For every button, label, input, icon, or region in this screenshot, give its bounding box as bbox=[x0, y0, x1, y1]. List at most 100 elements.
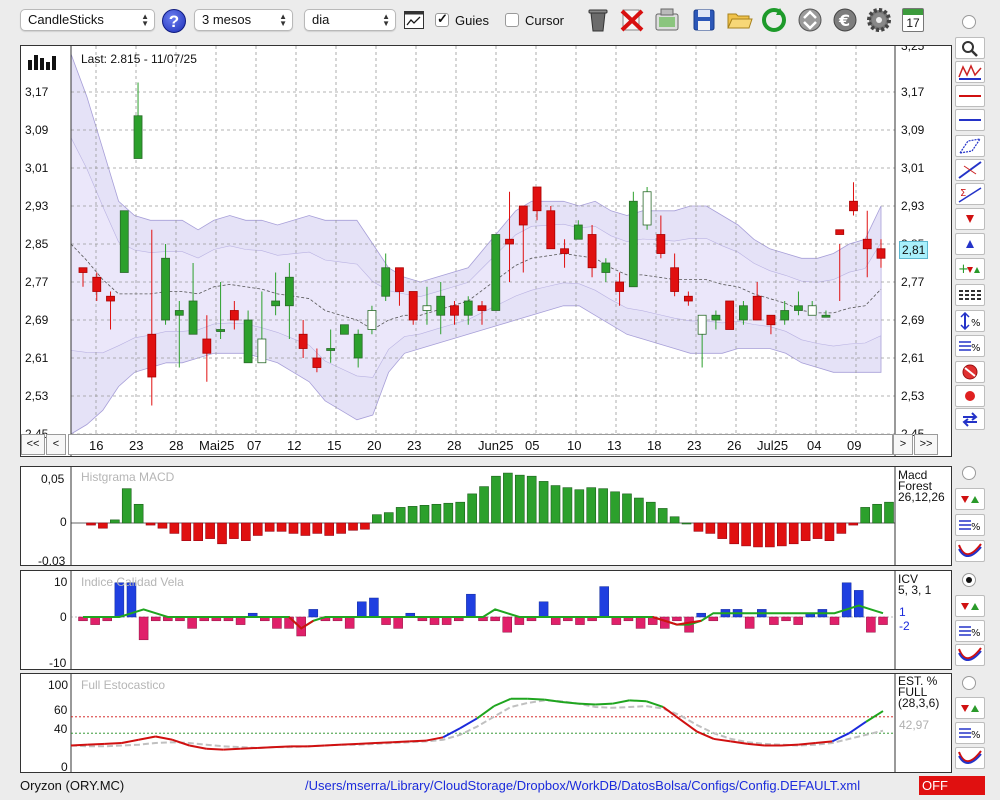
last-page-button[interactable]: >> bbox=[914, 434, 938, 455]
stochastic-title: Full Estocastico bbox=[81, 678, 166, 692]
screenshot-icon[interactable] bbox=[653, 6, 681, 34]
macd-panel[interactable]: Histgrama MACD 0,05 0 -0,03 Macd Forest … bbox=[20, 466, 952, 566]
settings-icon[interactable] bbox=[865, 6, 893, 34]
zoom-tool[interactable] bbox=[955, 37, 985, 59]
record-tool[interactable] bbox=[955, 385, 985, 407]
open-folder-icon[interactable] bbox=[725, 6, 753, 34]
horizontal-red-line-tool[interactable] bbox=[955, 85, 985, 107]
macd-oscillator-tool[interactable] bbox=[955, 540, 985, 562]
magnifier-icon bbox=[962, 41, 978, 57]
chart-type-select[interactable]: CandleSticks ▲ ▼ bbox=[20, 9, 155, 31]
price-chart-panel[interactable]: 3,173,173,093,093,013,012,932,932,852,85… bbox=[20, 45, 952, 457]
stoch-oscillator-tool[interactable] bbox=[955, 747, 985, 769]
macd-bar bbox=[169, 522, 180, 534]
icv-signals-tool[interactable] bbox=[955, 595, 985, 617]
stoch-k-segment bbox=[595, 702, 613, 706]
price-ytick-right: 3,09 bbox=[901, 123, 925, 137]
config-path-link[interactable]: /Users/mserra/Library/CloudStorage/Dropb… bbox=[305, 778, 860, 793]
stoch-k-segment bbox=[307, 744, 325, 748]
calendar-icon[interactable]: 17 bbox=[902, 8, 924, 32]
candle-body bbox=[670, 267, 680, 292]
price-ytick-left: 2,85 bbox=[25, 237, 49, 251]
status-off-badge[interactable]: OFF bbox=[919, 776, 985, 795]
first-page-button[interactable]: << bbox=[21, 434, 45, 455]
stoch-k-segment bbox=[848, 720, 867, 735]
percent-lines-tool[interactable]: % bbox=[955, 335, 985, 357]
sigma-icon: Σ bbox=[958, 187, 982, 203]
price-chart-svg: 3,173,173,093,093,013,012,932,932,852,85… bbox=[25, 46, 925, 456]
trash-icon[interactable] bbox=[584, 6, 612, 34]
macd-bar bbox=[491, 475, 501, 524]
stoch-value: 42,97 bbox=[899, 718, 930, 732]
macd-percent-tool[interactable]: % bbox=[955, 514, 985, 536]
table-icon[interactable] bbox=[404, 11, 424, 29]
interval-select[interactable]: dia ▲ ▼ bbox=[304, 9, 396, 31]
svg-text:%: % bbox=[971, 730, 981, 741]
macd-bar bbox=[431, 503, 442, 524]
icv-bar bbox=[369, 597, 379, 618]
candle-body bbox=[752, 295, 762, 321]
macd-bar bbox=[443, 502, 454, 524]
buy-signal-tool[interactable] bbox=[955, 233, 985, 255]
stoch-k-segment bbox=[392, 740, 410, 744]
percent-lines-icon: % bbox=[959, 626, 981, 639]
candle-body bbox=[615, 281, 624, 292]
stoch-k-segment bbox=[121, 738, 139, 745]
macd-bar bbox=[777, 522, 787, 547]
x-axis-label: 13 bbox=[607, 438, 622, 453]
next-page-button[interactable]: > bbox=[893, 434, 913, 455]
sell-signal-tool[interactable] bbox=[955, 208, 985, 230]
period-select[interactable]: 3 mesos ▲ ▼ bbox=[194, 9, 293, 31]
stoch-k-segment bbox=[662, 706, 681, 721]
candle-body bbox=[835, 229, 845, 235]
delete-icon[interactable] bbox=[618, 6, 646, 34]
icv-bar bbox=[708, 616, 719, 622]
sigma-tool[interactable]: Σ bbox=[955, 183, 985, 205]
signal-arrows-icon bbox=[961, 496, 979, 503]
channel-tool[interactable] bbox=[955, 135, 985, 157]
trendline-tool[interactable] bbox=[955, 159, 985, 181]
macd-bar bbox=[181, 522, 192, 541]
swap-tool[interactable] bbox=[955, 408, 985, 430]
macd-panel-radio[interactable] bbox=[962, 466, 976, 480]
icv-bar bbox=[575, 616, 585, 625]
candle-body bbox=[739, 305, 748, 321]
horizontal-blue-line-tool[interactable] bbox=[955, 109, 985, 131]
icv-bar bbox=[357, 601, 367, 618]
indicator-tool[interactable] bbox=[955, 61, 985, 83]
icv-bar bbox=[599, 586, 609, 618]
grid-lines-tool[interactable] bbox=[955, 284, 985, 306]
icv-panel-radio[interactable] bbox=[962, 573, 976, 587]
x-axis-label: 20 bbox=[367, 438, 382, 453]
stop-tool[interactable] bbox=[955, 361, 985, 383]
stoch-ytick-0: 0 bbox=[61, 760, 68, 773]
help-icon[interactable]: ? bbox=[162, 9, 186, 33]
macd-signals-tool[interactable] bbox=[955, 488, 985, 510]
icv-panel[interactable]: Indice Calidad Vela 10 0 -10 ICV 5, 3, 1… bbox=[20, 570, 952, 670]
stochastic-panel[interactable]: Full Estocastico 100 60 40 0 EST. % FULL… bbox=[20, 673, 952, 773]
stoch-k-segment bbox=[375, 741, 393, 745]
percent-range-tool[interactable]: % bbox=[955, 310, 985, 332]
macd-bar bbox=[705, 522, 716, 534]
macd-bar bbox=[252, 522, 263, 536]
candle-body bbox=[794, 305, 803, 311]
sync-icon[interactable] bbox=[796, 6, 824, 34]
stoch-k-segment bbox=[358, 742, 376, 745]
macd-bar bbox=[455, 501, 466, 524]
signals-tool[interactable]: + bbox=[955, 258, 985, 280]
macd-bar bbox=[110, 519, 120, 524]
main-panel-radio[interactable] bbox=[962, 15, 976, 29]
save-icon[interactable] bbox=[690, 6, 718, 34]
stoch-percent-tool[interactable]: % bbox=[955, 722, 985, 744]
stochastic-panel-radio[interactable] bbox=[962, 676, 976, 690]
cursor-checkbox[interactable] bbox=[505, 13, 519, 27]
currency-icon[interactable]: € bbox=[831, 6, 859, 34]
icv-oscillator-tool[interactable] bbox=[955, 644, 985, 666]
icv-percent-tool[interactable]: % bbox=[955, 620, 985, 642]
refresh-icon[interactable] bbox=[760, 6, 788, 34]
oscillator-icon bbox=[958, 543, 982, 557]
prev-page-button[interactable]: < bbox=[46, 434, 66, 455]
guides-checkbox[interactable] bbox=[435, 11, 449, 27]
candle-body bbox=[628, 200, 638, 288]
stoch-signals-tool[interactable] bbox=[955, 697, 985, 719]
